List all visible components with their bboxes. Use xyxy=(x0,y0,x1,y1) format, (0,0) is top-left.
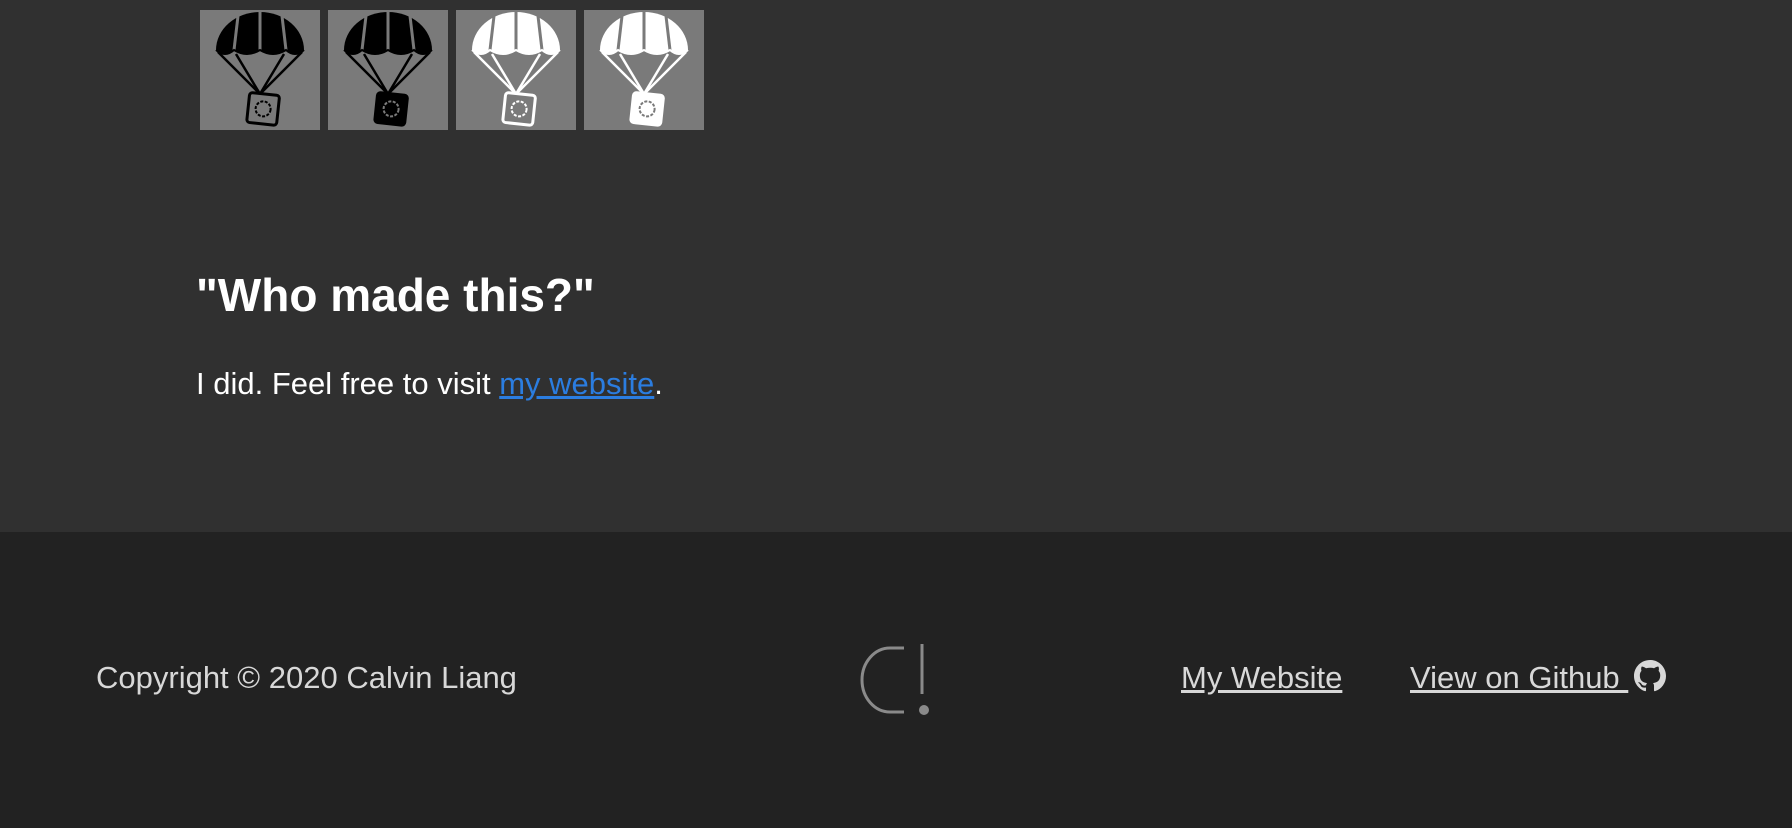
parachute-icon xyxy=(471,12,561,127)
footer-my-website-link[interactable]: My Website xyxy=(1181,660,1342,696)
parachute-icon xyxy=(343,12,433,127)
paragraph-text: I did. Feel free to visit xyxy=(196,366,500,401)
github-link-label: View on Github xyxy=(1410,660,1629,695)
parachute-icon-white-filled-tile[interactable] xyxy=(584,10,704,130)
footer-github-link[interactable]: View on Github xyxy=(1410,660,1667,696)
page: "Who made this?" I did. Feel free to vis… xyxy=(0,0,1792,828)
main-section: "Who made this?" I did. Feel free to vis… xyxy=(0,0,1792,532)
parachute-icon xyxy=(599,12,689,127)
section-paragraph: I did. Feel free to visit my website. xyxy=(196,366,663,402)
parachute-icon-white-outline-tile[interactable] xyxy=(456,10,576,130)
parachute-icon xyxy=(215,12,305,127)
parachute-icon-black-filled-tile[interactable] xyxy=(328,10,448,130)
calvin-liang-logo-icon[interactable] xyxy=(860,640,932,718)
paragraph-period: . xyxy=(654,366,663,401)
my-website-link[interactable]: my website xyxy=(499,366,654,401)
github-icon xyxy=(1634,660,1667,692)
section-heading: "Who made this?" xyxy=(196,269,595,321)
copyright-text: Copyright © 2020 Calvin Liang xyxy=(96,660,517,695)
parachute-icon-black-outline-tile[interactable] xyxy=(200,10,320,130)
icon-row xyxy=(200,10,704,130)
